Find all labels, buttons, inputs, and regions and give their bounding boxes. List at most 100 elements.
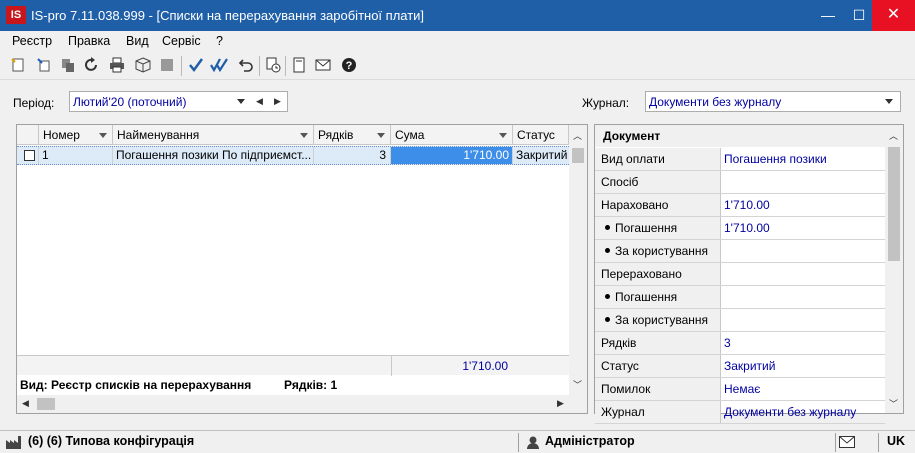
- property-label: Погашення: [595, 286, 721, 308]
- new-doc-copy-icon[interactable]: [34, 55, 54, 75]
- menu-edit[interactable]: Правка: [68, 34, 110, 48]
- menu-registry[interactable]: Реєстр: [12, 34, 52, 48]
- help-icon[interactable]: ?: [339, 55, 359, 75]
- print-icon[interactable]: [107, 55, 127, 75]
- minimize-button[interactable]: —: [812, 0, 844, 31]
- title-bar: IS IS-pro 7.11.038.999 - [Списки на пере…: [0, 0, 915, 31]
- grid-view-label: Вид: Реєстр списків на перерахування: [20, 378, 252, 392]
- grid-vertical-scrollbar[interactable]: ︿ ﹀: [569, 125, 587, 395]
- table-row[interactable]: 1 Погашення позики По підприємст... 3 1'…: [17, 146, 569, 165]
- dropdown-arrow-icon[interactable]: [885, 99, 893, 104]
- property-value[interactable]: 3: [722, 332, 885, 354]
- user-label: Адміністратор: [545, 434, 635, 448]
- column-rows[interactable]: Рядків: [314, 125, 391, 145]
- scroll-up-icon[interactable]: ︿: [573, 129, 582, 142]
- user-icon: [527, 436, 539, 452]
- property-row[interactable]: За користування: [595, 309, 885, 332]
- property-value[interactable]: 1'710.00: [722, 217, 885, 239]
- property-value[interactable]: [722, 309, 885, 331]
- column-status-label: Статус: [517, 128, 555, 142]
- close-button[interactable]: ✕: [872, 0, 915, 31]
- total-sum: 1'710.00: [462, 359, 508, 373]
- scroll-thumb[interactable]: [888, 147, 900, 261]
- property-label-text: Погашення: [615, 290, 678, 304]
- property-row[interactable]: Вид оплати Погашення позики: [595, 148, 885, 171]
- property-row[interactable]: Помилок Немає: [595, 378, 885, 401]
- property-row[interactable]: Спосіб: [595, 171, 885, 194]
- cube-icon[interactable]: [133, 55, 153, 75]
- next-period-icon[interactable]: ▶: [274, 96, 281, 107]
- new-doc-icon[interactable]: [8, 55, 28, 75]
- property-value[interactable]: Документи без журналу: [722, 401, 885, 423]
- sort-arrow-icon[interactable]: [99, 133, 107, 138]
- property-label: Погашення: [595, 217, 721, 239]
- refresh-icon[interactable]: [82, 55, 102, 75]
- check-icon[interactable]: [186, 55, 206, 75]
- scroll-down-icon[interactable]: ﹀: [573, 378, 582, 391]
- property-value[interactable]: Погашення позики: [722, 148, 885, 170]
- row-checkbox-cell: [17, 147, 39, 164]
- property-row[interactable]: Нараховано 1'710.00: [595, 194, 885, 217]
- property-row[interactable]: Погашення: [595, 286, 885, 309]
- scroll-thumb[interactable]: [572, 148, 584, 163]
- toolbar-separator: [181, 56, 182, 76]
- mail-icon[interactable]: [313, 55, 333, 75]
- toolbar-separator: [285, 56, 286, 76]
- bullet-icon: [605, 225, 610, 231]
- scroll-right-icon[interactable]: ▶: [557, 398, 564, 409]
- property-value[interactable]: [722, 263, 885, 285]
- toolbar-separator: [259, 56, 260, 76]
- panel-vertical-scrollbar[interactable]: ︿ ﹀: [885, 125, 903, 413]
- scroll-down-icon[interactable]: ﹀: [889, 397, 898, 410]
- property-row[interactable]: Рядків 3: [595, 332, 885, 355]
- menu-view[interactable]: Вид: [126, 34, 149, 48]
- sort-arrow-icon[interactable]: [300, 133, 308, 138]
- prev-period-icon[interactable]: ◀: [256, 96, 263, 107]
- period-select[interactable]: Лютий'20 (поточний) ◀ ▶: [69, 91, 288, 112]
- panel-header: Документ: [595, 125, 885, 147]
- property-row[interactable]: Погашення 1'710.00: [595, 217, 885, 240]
- property-value[interactable]: Закритий: [722, 355, 885, 377]
- undo-icon[interactable]: [236, 55, 256, 75]
- property-label: Журнал: [595, 401, 721, 423]
- save-disabled-icon[interactable]: [157, 55, 177, 75]
- row-checkbox[interactable]: [24, 150, 35, 161]
- menu-help[interactable]: ?: [216, 34, 223, 48]
- property-row[interactable]: Перераховано: [595, 263, 885, 286]
- registry-grid: Номер Найменування Рядків Сума Статус 1 …: [16, 124, 588, 414]
- sort-arrow-icon[interactable]: [377, 133, 385, 138]
- scroll-thumb[interactable]: [37, 398, 55, 410]
- sort-arrow-icon[interactable]: [499, 133, 507, 138]
- menu-service[interactable]: Сервіс: [162, 34, 201, 48]
- mail-icon[interactable]: [839, 436, 855, 451]
- cell-number: 1: [39, 147, 113, 164]
- property-value[interactable]: 1'710.00: [722, 194, 885, 216]
- double-check-icon[interactable]: [209, 55, 229, 75]
- calc-icon[interactable]: [263, 55, 283, 75]
- language-indicator[interactable]: UK: [887, 434, 905, 448]
- property-value[interactable]: [722, 286, 885, 308]
- property-value[interactable]: [722, 171, 885, 193]
- scroll-up-icon[interactable]: ︿: [889, 129, 898, 142]
- property-row[interactable]: Журнал Документи без журналу: [595, 401, 885, 424]
- dropdown-arrow-icon[interactable]: [237, 99, 245, 104]
- grid-total-row: 1'710.00: [17, 355, 569, 376]
- grid-header: Номер Найменування Рядків Сума Статус: [17, 125, 569, 145]
- maximize-button[interactable]: ☐: [843, 0, 875, 31]
- property-label-text: Журнал: [601, 405, 645, 419]
- delete-icon[interactable]: [58, 55, 78, 75]
- property-label-text: За користування: [615, 244, 708, 258]
- toolbar: ?: [0, 52, 915, 80]
- property-row[interactable]: За користування: [595, 240, 885, 263]
- column-sum[interactable]: Сума: [391, 125, 513, 145]
- column-number[interactable]: Номер: [39, 125, 113, 145]
- grid-horizontal-scrollbar[interactable]: ◀ ▶: [17, 395, 587, 413]
- page-icon[interactable]: [289, 55, 309, 75]
- journal-select[interactable]: Документи без журналу: [645, 91, 901, 112]
- property-value[interactable]: Немає: [722, 378, 885, 400]
- column-name[interactable]: Найменування: [113, 125, 314, 145]
- property-row[interactable]: Статус Закритий: [595, 355, 885, 378]
- column-status[interactable]: Статус: [513, 125, 569, 145]
- property-value[interactable]: [722, 240, 885, 262]
- scroll-left-icon[interactable]: ◀: [22, 398, 29, 409]
